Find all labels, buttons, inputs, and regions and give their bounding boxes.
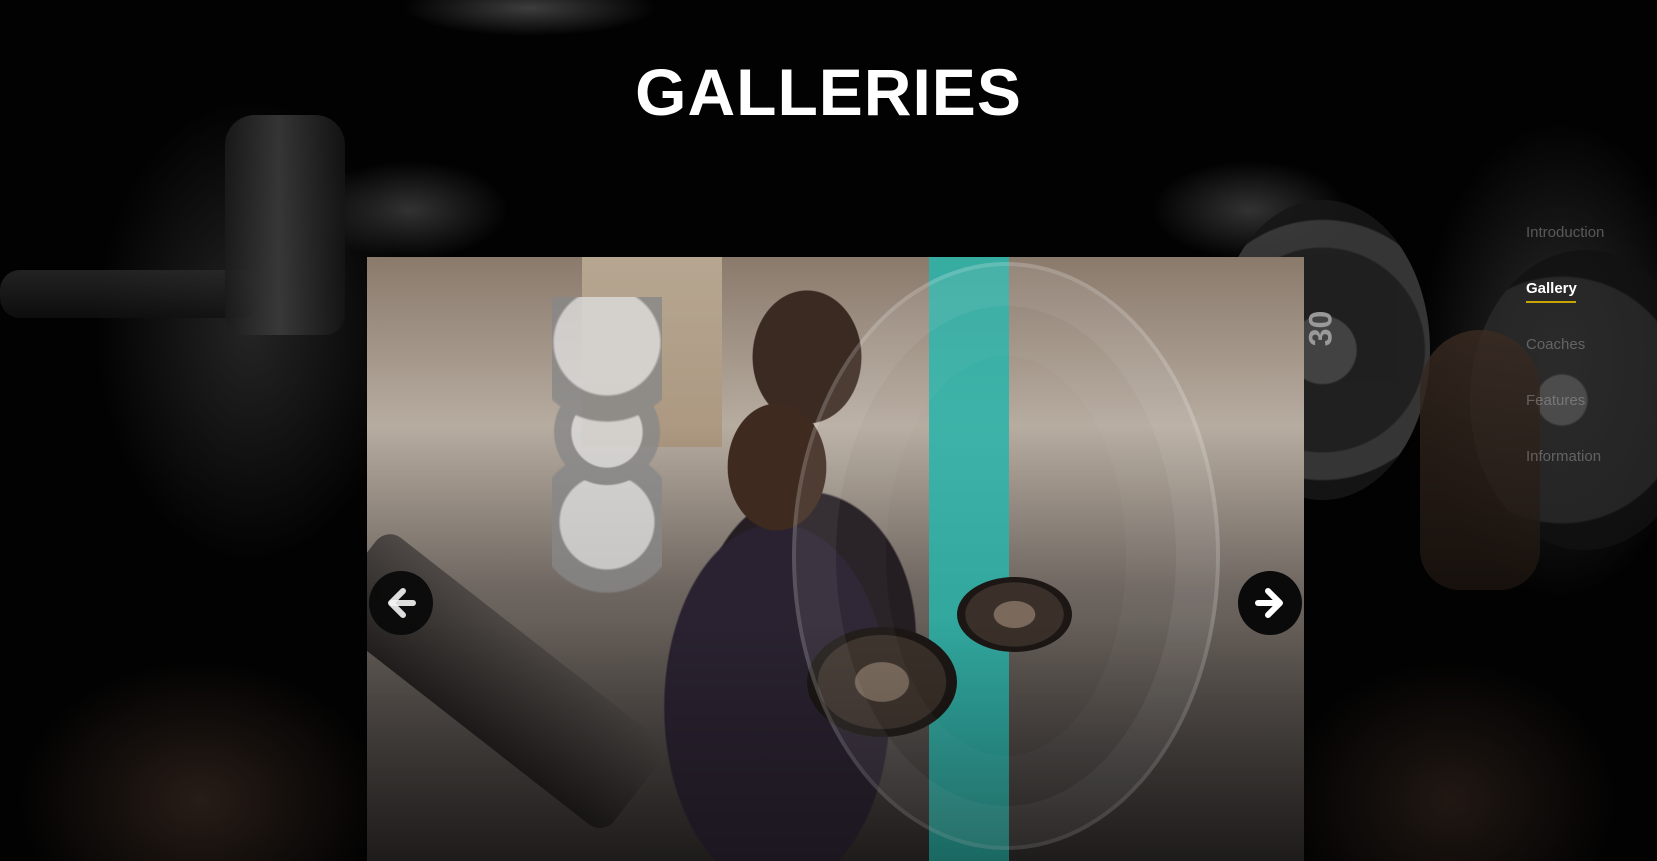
gallery-slider: [367, 257, 1304, 861]
nav-item-features[interactable]: Features: [1526, 392, 1646, 448]
gallery-next-button[interactable]: [1238, 571, 1302, 635]
background-hand: [1420, 330, 1540, 590]
page: 30 GALLERIES Introduction Gallery Coache…: [0, 0, 1657, 861]
photo-shade: [367, 257, 1304, 861]
page-title: GALLERIES: [635, 55, 1022, 129]
nav-item-label: Coaches: [1526, 336, 1586, 353]
gallery-prev-button[interactable]: [369, 571, 433, 635]
side-nav: Introduction Gallery Coaches Features In…: [1526, 224, 1646, 504]
arrow-left-icon: [388, 588, 416, 618]
nav-item-coaches[interactable]: Coaches: [1526, 336, 1646, 392]
nav-item-information[interactable]: Information: [1526, 448, 1646, 504]
nav-active-underline: [1526, 301, 1576, 303]
nav-item-gallery[interactable]: Gallery: [1526, 280, 1646, 336]
nav-item-label: Introduction: [1526, 224, 1605, 241]
background-dumbbell-plate-left: [225, 115, 345, 335]
nav-item-label: Gallery: [1526, 280, 1577, 297]
nav-item-label: Features: [1526, 392, 1586, 409]
gallery-photo: [367, 257, 1304, 861]
nav-item-introduction[interactable]: Introduction: [1526, 224, 1646, 280]
nav-item-label: Information: [1526, 448, 1602, 465]
background-dumbbell-bar: [0, 270, 260, 318]
plate-weight-label: 30: [1302, 310, 1339, 347]
arrow-right-icon: [1255, 588, 1283, 618]
